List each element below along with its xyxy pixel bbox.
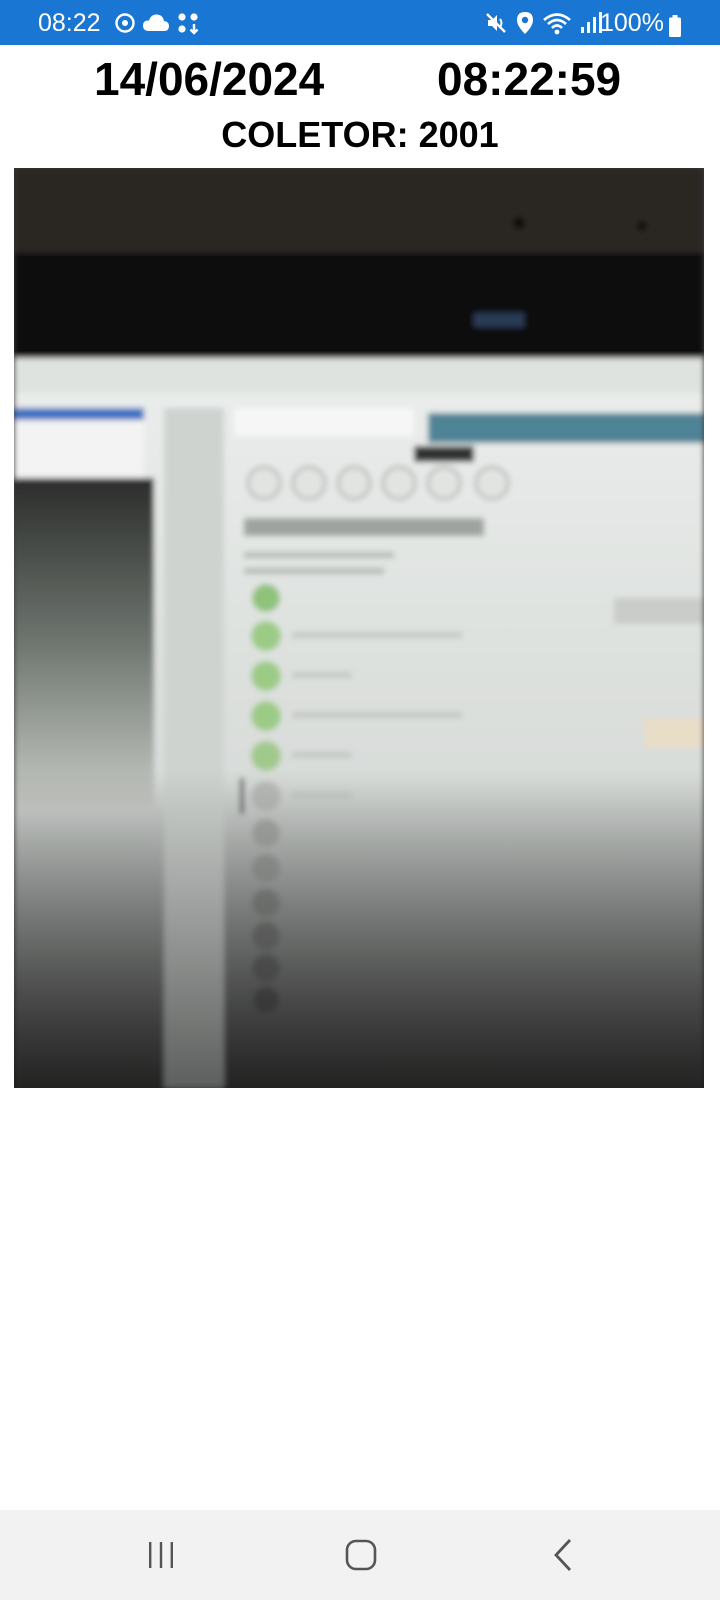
- apps-download-icon: [178, 13, 199, 35]
- sync-icon: [115, 13, 135, 33]
- camera-preview[interactable]: [14, 168, 704, 1088]
- mute-icon: [486, 13, 506, 33]
- status-time: 08:22: [38, 9, 101, 37]
- battery-icon: [669, 15, 681, 37]
- wifi-icon: [543, 13, 571, 35]
- location-icon: [517, 12, 533, 34]
- recent-apps-button[interactable]: [131, 1530, 191, 1580]
- recent-apps-icon: [149, 1542, 173, 1568]
- status-bar: 08:22 100%: [0, 0, 720, 45]
- signal-icon: [581, 12, 602, 33]
- home-icon: [345, 1539, 377, 1571]
- home-button[interactable]: [331, 1530, 391, 1580]
- camera-feed-image: [14, 168, 704, 1088]
- collector-label: COLETOR: 2001: [221, 114, 499, 155]
- current-time: 08:22:59: [437, 53, 622, 105]
- back-icon: [554, 1539, 572, 1571]
- current-date: 14/06/2024: [94, 53, 325, 105]
- battery-percentage: 100%: [600, 9, 664, 37]
- back-button[interactable]: [533, 1530, 593, 1580]
- status-left-icons: [114, 10, 200, 36]
- status-right-icons: [484, 10, 602, 36]
- navigation-bar: [0, 1510, 720, 1600]
- cloud-icon: [143, 14, 169, 31]
